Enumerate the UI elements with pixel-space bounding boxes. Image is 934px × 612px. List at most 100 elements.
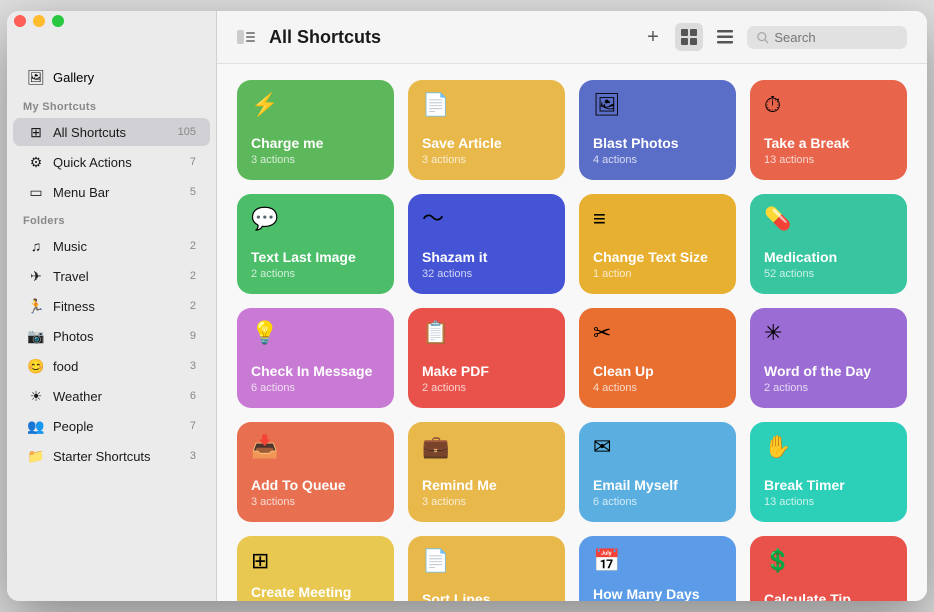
word-of-the-day-icon: ✳ xyxy=(764,322,893,344)
sidebar-menu-bar-label: Menu Bar xyxy=(53,185,186,200)
charge-me-subtitle: 3 actions xyxy=(251,154,380,166)
search-bar[interactable] xyxy=(747,26,907,49)
sidebar-music-label: Music xyxy=(53,239,186,254)
all-shortcuts-badge: 105 xyxy=(178,126,196,138)
list-view-button[interactable] xyxy=(711,23,739,51)
blast-photos-subtitle: 4 actions xyxy=(593,154,722,166)
add-button[interactable]: + xyxy=(639,23,667,51)
sidebar-item-starter[interactable]: 📁 Starter Shortcuts 3 xyxy=(13,442,210,470)
titlebar xyxy=(7,11,210,42)
sidebar-quick-actions-label: Quick Actions xyxy=(53,155,186,170)
shortcut-card-how-many-days-until[interactable]: 📅How Many Days Until xyxy=(579,536,736,601)
menu-bar-icon: ▭ xyxy=(27,183,45,201)
shortcut-card-medication[interactable]: 💊Medication52 actions xyxy=(750,194,907,294)
sidebar-item-gallery[interactable]: 🖼 Gallery xyxy=(13,62,210,92)
sidebar-item-quick-actions[interactable]: ⚙ Quick Actions 7 xyxy=(13,148,210,176)
save-article-subtitle: 3 actions xyxy=(422,154,551,166)
check-in-message-icon: 💡 xyxy=(251,322,380,344)
search-icon xyxy=(757,31,768,44)
shortcut-card-take-a-break[interactable]: ⏱ Take a Break 13 actions xyxy=(750,80,907,180)
food-badge: 3 xyxy=(190,360,196,372)
grid-view-button[interactable] xyxy=(675,23,703,51)
change-text-size-subtitle: 1 action xyxy=(593,268,722,280)
sidebar-weather-label: Weather xyxy=(53,389,186,404)
create-meeting-note-title: Create Meeting Note xyxy=(251,584,380,601)
shortcut-card-calculate-tip[interactable]: 💲Calculate Tip16 actions xyxy=(750,536,907,601)
save-article-icon: 📄 xyxy=(422,94,551,116)
shortcut-card-sort-lines[interactable]: 📄Sort Lines4 actions xyxy=(408,536,565,601)
minimize-button[interactable] xyxy=(33,15,45,27)
maximize-button[interactable] xyxy=(52,15,64,27)
shortcut-card-text-last-image[interactable]: 💬Text Last Image2 actions xyxy=(237,194,394,294)
change-text-size-title: Change Text Size xyxy=(593,249,722,266)
sidebar-item-menu-bar[interactable]: ▭ Menu Bar 5 xyxy=(13,178,210,206)
make-pdf-title: Make PDF xyxy=(422,363,551,380)
shortcut-card-break-timer[interactable]: ✋Break Timer13 actions xyxy=(750,422,907,522)
charge-me-title: Charge me xyxy=(251,135,380,152)
sidebar-item-travel[interactable]: ✈ Travel 2 xyxy=(13,262,210,290)
sidebar-item-photos[interactable]: 📷 Photos 9 xyxy=(13,322,210,350)
music-icon: ♫ xyxy=(27,237,45,255)
page-title: All Shortcuts xyxy=(269,27,629,48)
break-timer-title: Break Timer xyxy=(764,477,893,494)
clean-up-subtitle: 4 actions xyxy=(593,382,722,394)
main-content: All Shortcuts + xyxy=(217,11,927,601)
remind-me-icon: 💼 xyxy=(422,436,551,458)
shortcut-card-blast-photos[interactable]: 🖼Blast Photos4 actions xyxy=(579,80,736,180)
shortcut-card-change-text-size[interactable]: ≡Change Text Size1 action xyxy=(579,194,736,294)
word-of-the-day-title: Word of the Day xyxy=(764,363,893,380)
shazam-it-subtitle: 32 actions xyxy=(422,268,551,280)
shortcut-card-clean-up[interactable]: ✂Clean Up4 actions xyxy=(579,308,736,408)
shortcut-card-create-meeting-note[interactable]: ⊞Create Meeting Note12 actions xyxy=(237,536,394,601)
sort-lines-icon: 📄 xyxy=(422,550,551,572)
shortcut-card-email-myself[interactable]: ✉Email Myself6 actions xyxy=(579,422,736,522)
how-many-days-until-title: How Many Days Until xyxy=(593,586,722,601)
email-myself-icon: ✉ xyxy=(593,436,722,458)
take-a-break-subtitle: 13 actions xyxy=(764,154,893,166)
shortcut-card-save-article[interactable]: 📄Save Article3 actions xyxy=(408,80,565,180)
folders-section: Folders xyxy=(7,207,216,231)
shortcut-card-check-in-message[interactable]: 💡Check In Message6 actions xyxy=(237,308,394,408)
menu-bar-badge: 5 xyxy=(190,186,196,198)
shortcut-card-charge-me[interactable]: ⚡Charge me3 actions xyxy=(237,80,394,180)
travel-badge: 2 xyxy=(190,270,196,282)
take-a-break-title: Take a Break xyxy=(764,135,893,152)
sidebar-all-shortcuts-label: All Shortcuts xyxy=(53,125,174,140)
search-input[interactable] xyxy=(774,30,897,45)
check-in-message-subtitle: 6 actions xyxy=(251,382,380,394)
fitness-badge: 2 xyxy=(190,300,196,312)
shortcut-card-add-to-queue[interactable]: 📥Add To Queue3 actions xyxy=(237,422,394,522)
break-timer-icon: ✋ xyxy=(764,436,893,458)
main-window: 🖼 Gallery My Shortcuts ⊞ All Shortcuts 1… xyxy=(7,11,927,601)
create-meeting-note-icon: ⊞ xyxy=(251,550,380,572)
travel-icon: ✈ xyxy=(27,267,45,285)
shortcut-card-make-pdf[interactable]: 📋Make PDF2 actions xyxy=(408,308,565,408)
weather-badge: 6 xyxy=(190,390,196,402)
sidebar-travel-label: Travel xyxy=(53,269,186,284)
weather-icon: ☀ xyxy=(27,387,45,405)
shortcut-card-shazam-it[interactable]: 〜Shazam it32 actions xyxy=(408,194,565,294)
text-last-image-title: Text Last Image xyxy=(251,249,380,266)
sidebar-toggle-icon[interactable] xyxy=(237,30,255,44)
sidebar-item-all-shortcuts[interactable]: ⊞ All Shortcuts 105 xyxy=(13,118,210,146)
close-button[interactable] xyxy=(14,15,26,27)
music-badge: 2 xyxy=(190,240,196,252)
shortcut-card-word-of-the-day[interactable]: ✳Word of the Day2 actions xyxy=(750,308,907,408)
sidebar-item-weather[interactable]: ☀ Weather 6 xyxy=(13,382,210,410)
sidebar-item-food[interactable]: 😊 food 3 xyxy=(13,352,210,380)
add-to-queue-icon: 📥 xyxy=(251,436,380,458)
shortcuts-grid: ⚡Charge me3 actions📄Save Article3 action… xyxy=(217,64,927,601)
sidebar-item-music[interactable]: ♫ Music 2 xyxy=(13,232,210,260)
add-to-queue-title: Add To Queue xyxy=(251,477,380,494)
toolbar: All Shortcuts + xyxy=(217,11,927,64)
shortcut-card-remind-me[interactable]: 💼Remind Me3 actions xyxy=(408,422,565,522)
sidebar-food-label: food xyxy=(53,359,186,374)
sidebar-item-fitness[interactable]: 🏃 Fitness 2 xyxy=(13,292,210,320)
quick-actions-badge: 7 xyxy=(190,156,196,168)
toolbar-actions: + xyxy=(639,23,907,51)
take-a-break-icon: ⏱ xyxy=(764,94,893,116)
clean-up-icon: ✂ xyxy=(593,322,722,344)
sidebar-item-people[interactable]: 👥 People 7 xyxy=(13,412,210,440)
food-icon: 😊 xyxy=(27,357,45,375)
photos-badge: 9 xyxy=(190,330,196,342)
